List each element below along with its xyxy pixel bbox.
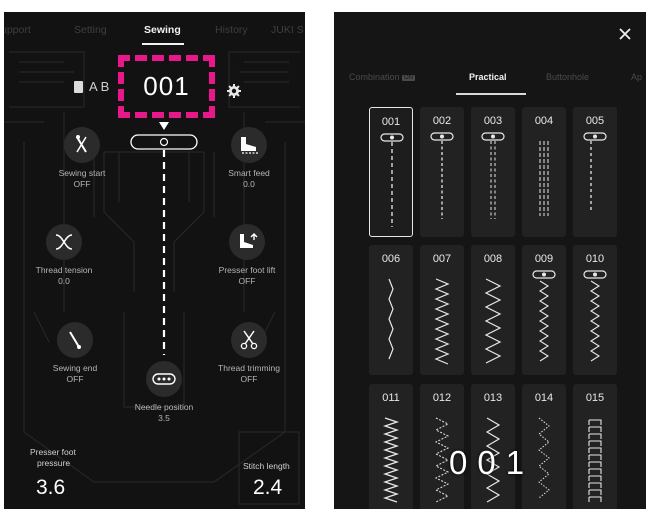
pattern-tile-004[interactable]: 004 xyxy=(522,107,566,237)
stitch-length-value[interactable]: 2.4 xyxy=(253,476,282,500)
tab-buttonhole[interactable]: Buttonhole xyxy=(546,72,589,82)
pattern-tile-number: 010 xyxy=(585,253,605,265)
pattern-category-tabs: Combination ON Practical Buttonhole Ap xyxy=(334,68,646,96)
presser-foot-lift-label: Presser foot lift xyxy=(218,265,276,275)
smart-feed-label: Smart feed xyxy=(228,168,270,178)
stitch-pattern-icon xyxy=(481,132,505,219)
nav-tab-history[interactable]: History xyxy=(215,24,248,36)
needle-icon xyxy=(76,135,87,153)
pattern-tile-number: 011 xyxy=(382,392,400,404)
stitch-pattern-icon xyxy=(484,278,502,364)
sewing-start-label: Sewing start xyxy=(58,168,106,178)
needle-position-value: 3.5 xyxy=(158,413,170,423)
pattern-tile-015[interactable]: 015 xyxy=(573,384,617,509)
gear-icon[interactable] xyxy=(226,83,242,99)
nav-tab-support[interactable]: upport xyxy=(4,24,31,36)
pattern-tile-002[interactable]: 002 xyxy=(420,107,464,237)
stitch-pattern-icon xyxy=(380,133,404,227)
active-tab-indicator xyxy=(456,93,526,95)
smart-feed-control[interactable]: Smart feed 0.0 xyxy=(194,127,304,190)
stitch-pattern-icon xyxy=(430,132,454,219)
needle-position-control[interactable]: Needle position 3.5 xyxy=(109,361,219,424)
pattern-tile-number: 008 xyxy=(483,253,503,265)
thread-tension-control[interactable]: Thread tension 0.0 xyxy=(9,224,119,287)
pattern-tile-number: 002 xyxy=(432,115,452,127)
stitch-pattern-icon xyxy=(539,141,549,216)
tab-applique[interactable]: Ap xyxy=(631,72,642,82)
presser-foot-pressure-label-line2: pressure xyxy=(37,458,71,468)
pattern-tile-number: 005 xyxy=(585,115,605,127)
presser-foot-lift-value: OFF xyxy=(238,276,256,286)
pattern-tile-008[interactable]: 008 xyxy=(471,245,515,375)
pattern-tile-007[interactable]: 007 xyxy=(420,245,464,375)
smart-feed-value: 0.0 xyxy=(243,179,255,189)
foot-icon xyxy=(241,137,258,154)
needle-position-label: Needle position xyxy=(134,402,194,412)
pattern-tile-005[interactable]: 005 xyxy=(573,107,617,237)
pattern-tile-number: 012 xyxy=(432,392,452,404)
active-tab-indicator xyxy=(142,43,184,45)
stitch-pattern-icon xyxy=(532,270,556,362)
scissors-icon xyxy=(240,330,258,350)
pattern-letters: A B xyxy=(89,79,110,94)
stitch-pattern-icon xyxy=(382,417,400,503)
pattern-number: 001 xyxy=(143,71,190,101)
pattern-tile-011[interactable]: 011 xyxy=(369,384,413,509)
sewing-screen: upport Setting Sewing History JUKI S A B… xyxy=(4,12,305,509)
thread-tension-icon xyxy=(55,234,73,250)
pattern-tile-number: 004 xyxy=(534,115,554,127)
pattern-tile-number: 006 xyxy=(381,253,401,265)
thread-tension-label: Thread tension xyxy=(35,265,93,275)
sewing-start-control[interactable]: Sewing start OFF xyxy=(27,127,137,190)
nav-tab-juki[interactable]: JUKI S xyxy=(271,24,304,36)
pattern-tile-number: 003 xyxy=(483,115,503,127)
pattern-tile-number: 015 xyxy=(585,392,605,404)
presser-foot-pressure-value[interactable]: 3.6 xyxy=(36,476,65,500)
sewing-start-value: OFF xyxy=(73,179,91,189)
pattern-tile-number: 001 xyxy=(381,116,401,128)
pattern-tile-001[interactable]: 001 xyxy=(369,107,413,237)
tab-combination[interactable]: Combination ON xyxy=(349,72,416,82)
pattern-tile-number: 013 xyxy=(483,392,503,404)
pattern-tile-003[interactable]: 003 xyxy=(471,107,515,237)
pattern-memory-selector[interactable]: A B xyxy=(74,79,109,94)
needle-icon xyxy=(69,331,81,349)
tab-practical[interactable]: Practical xyxy=(469,72,507,82)
stitch-pattern-icon xyxy=(588,419,602,502)
presser-foot-pressure-label: Presser foot pressure xyxy=(30,447,76,469)
pattern-tile-number: 009 xyxy=(534,253,554,265)
stitch-length-label: Stitch length xyxy=(243,461,290,471)
needle-position-icon xyxy=(152,373,176,385)
stitch-pattern-icon xyxy=(434,278,450,365)
presser-lift-icon xyxy=(240,233,258,248)
stitch-pattern-icon xyxy=(583,132,607,211)
stitch-pattern-icon xyxy=(583,270,607,362)
pattern-tile-number: 014 xyxy=(534,392,554,404)
combination-badge: ON xyxy=(402,74,416,81)
nav-tab-setting[interactable]: Setting xyxy=(74,24,107,36)
tab-combination-label: Combination xyxy=(349,72,400,82)
pattern-tile-number: 007 xyxy=(432,253,452,265)
pattern-selection-screen: Combination ON Practical Buttonhole Ap 0… xyxy=(334,12,646,509)
book-icon xyxy=(74,80,83,93)
presser-foot-lift-control[interactable]: Presser foot lift OFF xyxy=(192,224,302,287)
presser-foot-pressure-label-line1: Presser foot xyxy=(30,447,76,457)
nav-tab-sewing[interactable]: Sewing xyxy=(144,24,181,36)
pattern-tile-009[interactable]: 009 xyxy=(522,245,566,375)
pattern-tile-010[interactable]: 010 xyxy=(573,245,617,375)
pattern-tile-006[interactable]: 006 xyxy=(369,245,413,375)
close-icon[interactable] xyxy=(617,26,633,42)
pattern-number-display[interactable]: 001 xyxy=(118,55,215,118)
pattern-counter: 001 xyxy=(449,444,535,481)
stitch-pattern-icon xyxy=(388,278,394,360)
thread-tension-value: 0.0 xyxy=(58,276,70,286)
